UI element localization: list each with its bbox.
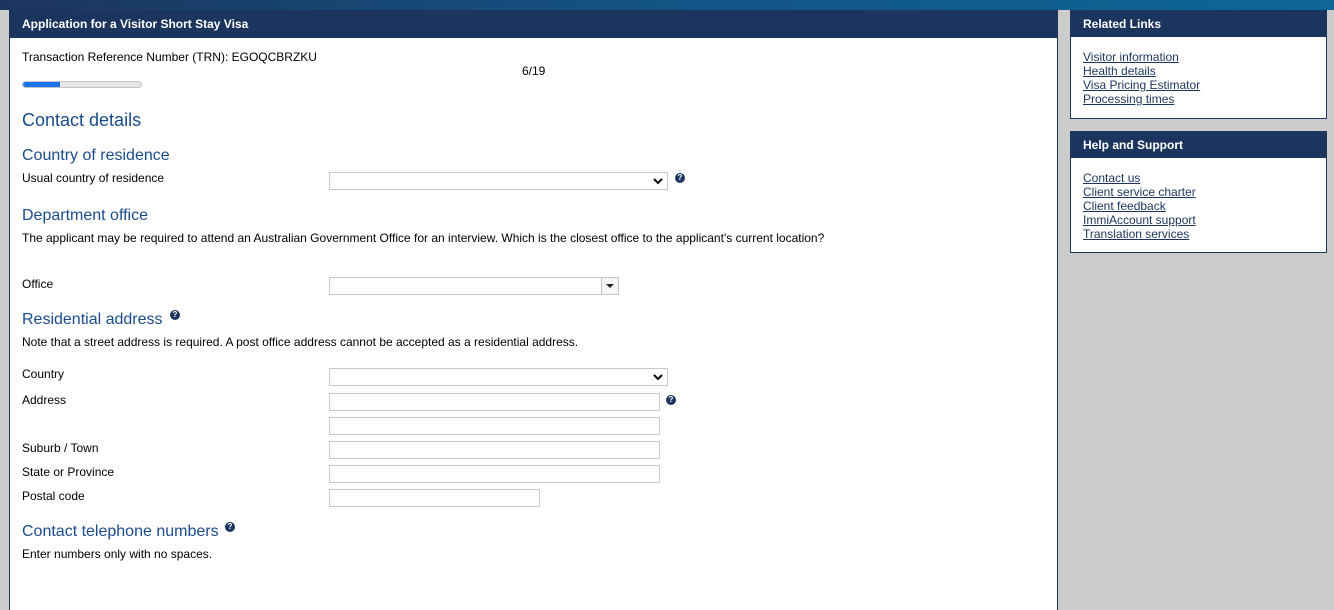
residential-address-note: Note that a street address is required. … xyxy=(22,335,579,349)
postal-code-input[interactable] xyxy=(329,489,540,507)
link-client-service-charter[interactable]: Client service charter xyxy=(1083,185,1314,199)
address-line1-input[interactable] xyxy=(329,393,660,411)
department-office-description: The applicant may be required to attend … xyxy=(22,231,825,245)
link-visa-pricing-estimator[interactable]: Visa Pricing Estimator xyxy=(1083,78,1314,92)
progress-bar-fill xyxy=(23,82,61,87)
help-icon[interactable]: ? xyxy=(675,173,685,183)
usual-country-select[interactable] xyxy=(329,172,668,190)
help-icon[interactable]: ? xyxy=(666,395,676,405)
address-label: Address xyxy=(22,393,67,407)
residential-address-heading: Residential address xyxy=(22,311,163,328)
country-label: Country xyxy=(22,367,65,381)
link-visitor-information[interactable]: Visitor information xyxy=(1083,50,1314,64)
address-line2-input[interactable] xyxy=(329,417,660,435)
chevron-down-icon xyxy=(653,374,663,381)
contact-telephone-note: Enter numbers only with no spaces. xyxy=(22,547,213,561)
link-translation-services[interactable]: Translation services xyxy=(1083,227,1314,241)
office-label: Office xyxy=(22,277,54,291)
postal-code-label: Postal code xyxy=(22,489,85,503)
state-label: State or Province xyxy=(22,465,115,479)
office-combobox[interactable] xyxy=(329,277,619,295)
link-health-details[interactable]: Health details xyxy=(1083,64,1314,78)
link-client-feedback[interactable]: Client feedback xyxy=(1083,199,1314,213)
dropdown-arrow-icon[interactable] xyxy=(601,278,618,294)
help-support-panel: Help and Support Contact us Client servi… xyxy=(1070,131,1327,253)
country-of-residence-heading: Country of residence xyxy=(22,147,170,164)
chevron-down-icon xyxy=(653,178,663,185)
help-icon[interactable]: ? xyxy=(225,522,235,532)
related-links-panel: Related Links Visitor information Health… xyxy=(1070,10,1327,119)
contact-telephone-heading: Contact telephone numbers xyxy=(22,523,219,540)
help-support-title: Help and Support xyxy=(1071,132,1326,158)
step-indicator: 6/19 xyxy=(522,64,546,78)
page-title: Contact details xyxy=(22,110,142,130)
link-processing-times[interactable]: Processing times xyxy=(1083,92,1314,106)
progress-bar xyxy=(22,81,142,88)
application-title: Application for a Visitor Short Stay Vis… xyxy=(10,10,1057,38)
department-office-heading: Department office xyxy=(22,207,148,224)
state-input[interactable] xyxy=(329,465,660,483)
suburb-label: Suburb / Town xyxy=(22,441,99,455)
trn-label: Transaction Reference Number (TRN): EGOQ… xyxy=(22,50,317,64)
link-contact-us[interactable]: Contact us xyxy=(1083,171,1314,185)
link-immiaccount-support[interactable]: ImmiAccount support xyxy=(1083,213,1314,227)
help-icon[interactable]: ? xyxy=(170,310,180,320)
related-links-title: Related Links xyxy=(1071,11,1326,37)
usual-country-label: Usual country of residence xyxy=(22,171,165,185)
top-banner-strip xyxy=(0,0,1334,10)
suburb-input[interactable] xyxy=(329,441,660,459)
application-panel: Application for a Visitor Short Stay Vis… xyxy=(9,10,1058,610)
country-select[interactable] xyxy=(329,368,668,386)
